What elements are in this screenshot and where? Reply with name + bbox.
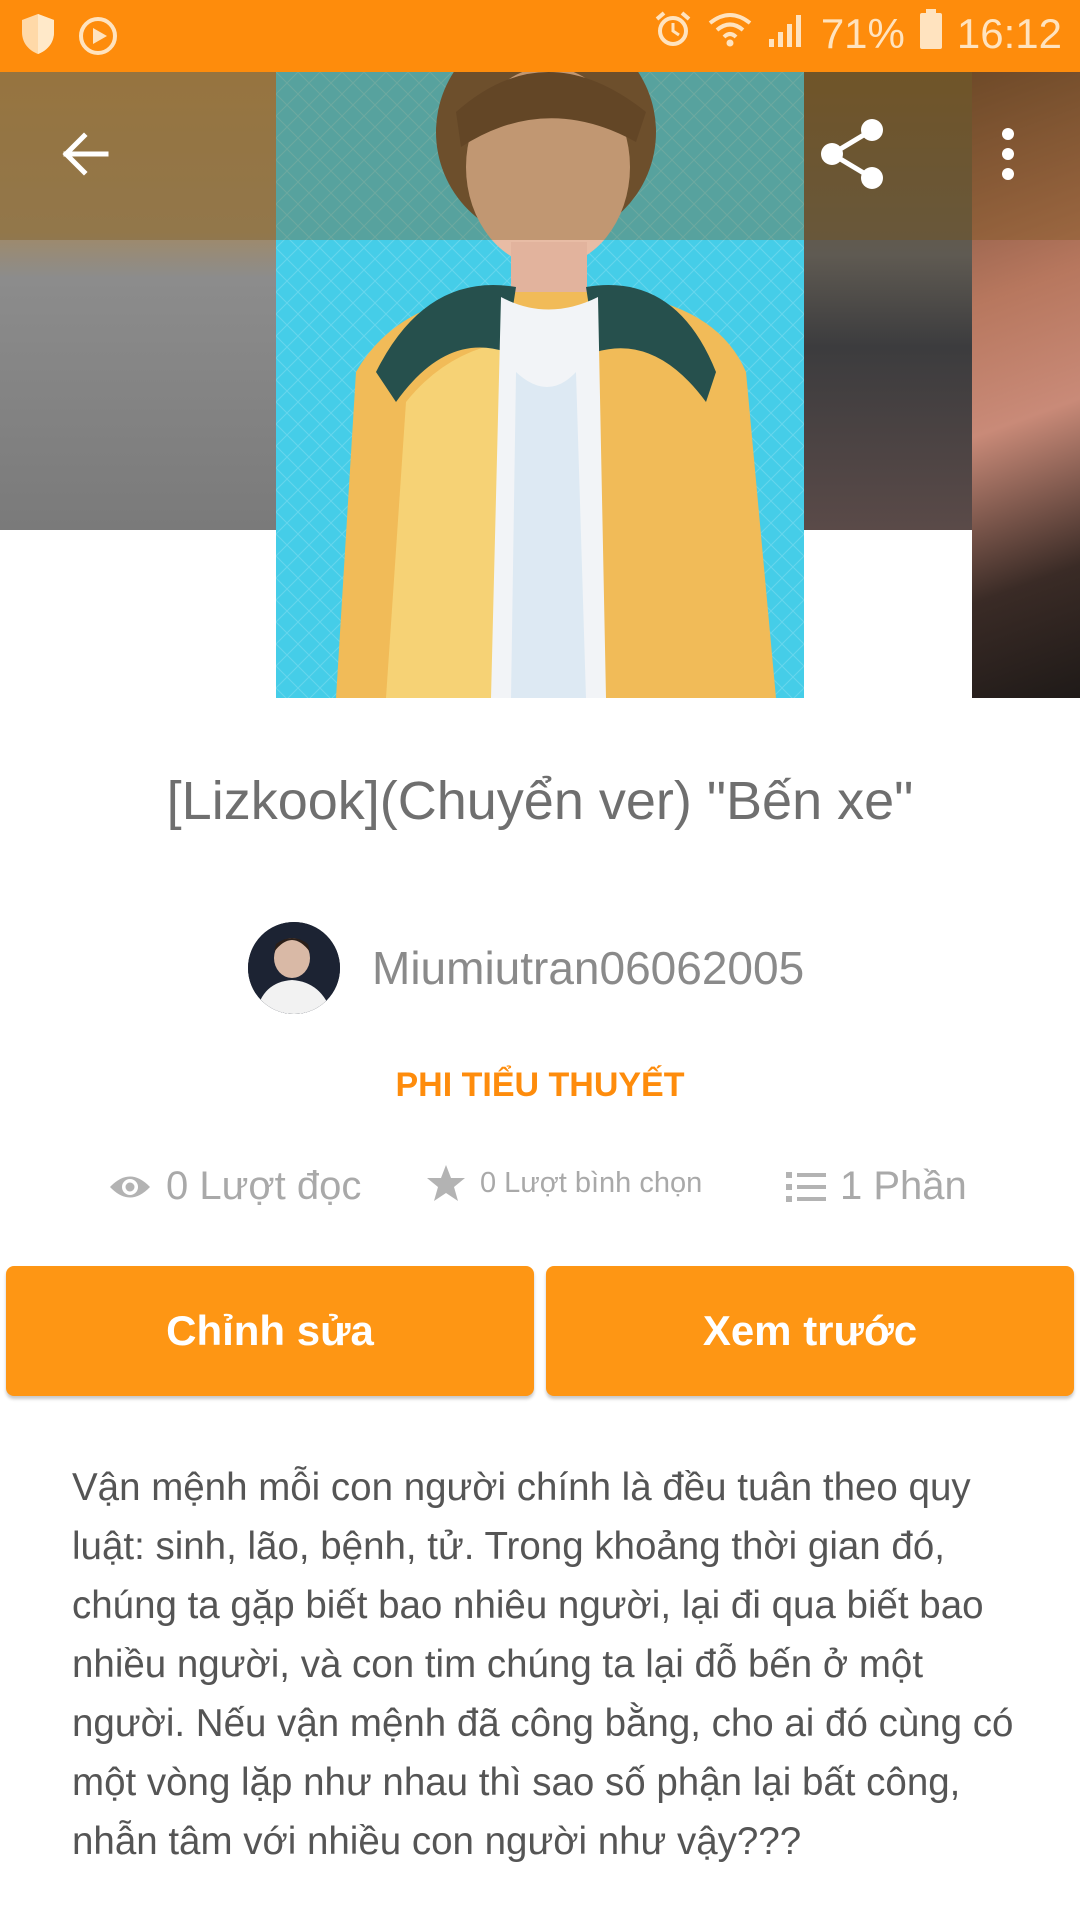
reads-count: 0 Lượt đọc: [166, 1164, 362, 1208]
share-icon: [814, 116, 890, 197]
eye-icon: [108, 1172, 152, 1202]
media-icon: [76, 12, 120, 61]
votes-count: 0 Lượt bình chọn: [480, 1166, 703, 1199]
status-bar: 71% 16:12: [0, 0, 1080, 72]
author-row[interactable]: Miumiutran06062005: [248, 922, 804, 1014]
shield-icon: [18, 12, 58, 61]
battery-icon: [919, 8, 943, 60]
wifi-icon: [707, 9, 753, 59]
more-options-button[interactable]: [960, 108, 1056, 204]
edit-button[interactable]: Chỉnh sửa: [6, 1266, 534, 1396]
story-title: [Lizkook](Chuyển ver) "Bến xe": [166, 771, 914, 831]
status-left-icons: [18, 12, 120, 61]
back-button[interactable]: [36, 108, 132, 204]
votes-stat: 0 Lượt bình chọn: [426, 1164, 702, 1202]
back-arrow-icon: [58, 128, 110, 185]
author-name[interactable]: Miumiutran06062005: [372, 941, 804, 995]
signal-icon: [767, 9, 807, 59]
star-icon: [426, 1164, 466, 1202]
toolbar: [0, 72, 1080, 240]
story-stats: 0 Lượt đọc 0 Lượt bình chọn 1 Phần: [108, 1164, 988, 1224]
avatar[interactable]: [248, 922, 340, 1014]
parts-stat: 1 Phần: [786, 1164, 967, 1209]
reads-stat: 0 Lượt đọc: [108, 1164, 361, 1209]
parts-count: 1 Phần: [840, 1164, 967, 1208]
story-category[interactable]: PHI TIỂU THUYẾT: [0, 1066, 1080, 1105]
share-button[interactable]: [804, 108, 900, 204]
alarm-icon: [653, 9, 693, 59]
clock: 16:12: [956, 10, 1062, 57]
preview-button[interactable]: Xem trước: [546, 1266, 1074, 1396]
more-vertical-icon: [998, 126, 1018, 187]
list-icon: [786, 1170, 826, 1204]
battery-percent: 71%: [820, 10, 905, 57]
story-header: [0, 72, 1080, 700]
story-description: Vận mệnh mỗi con người chính là đều tuân…: [72, 1466, 1014, 1863]
status-right: 71% 16:12: [653, 8, 1062, 60]
